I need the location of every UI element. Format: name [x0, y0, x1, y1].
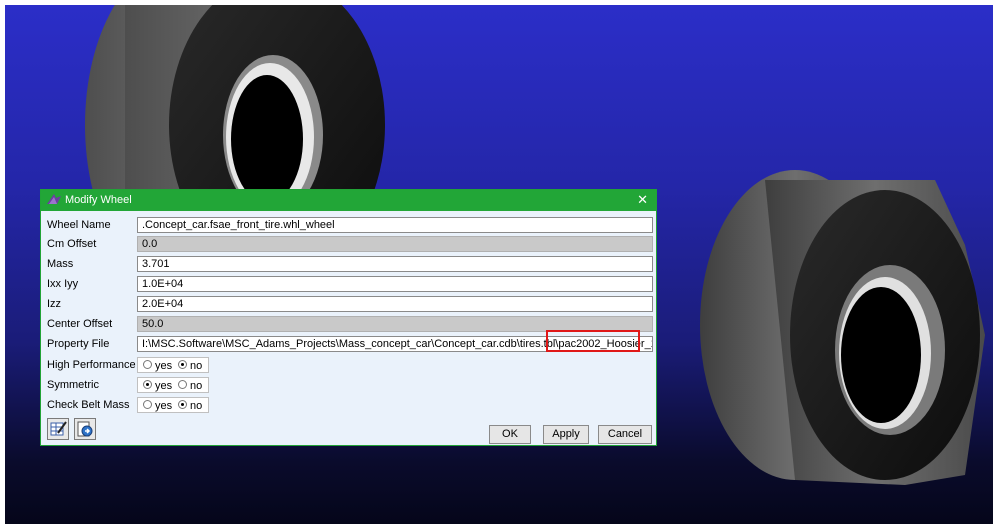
- dialog-title: Modify Wheel: [65, 194, 132, 206]
- check-belt-mass-yes-radio[interactable]: [143, 400, 152, 409]
- ixx-iyy-row: Ixx Iyy 1.0E+04: [41, 275, 656, 294]
- ixx-iyy-label: Ixx Iyy: [47, 278, 79, 290]
- symmetric-no-label: no: [190, 380, 203, 392]
- check-belt-mass-label: Check Belt Mass: [47, 399, 130, 411]
- property-file-highlight-box: [546, 330, 640, 352]
- mass-row: Mass 3.701: [41, 255, 656, 274]
- symmetric-label: Symmetric: [47, 379, 99, 391]
- dialog-titlebar[interactable]: Modify Wheel ✕: [41, 190, 656, 211]
- edit-table-icon: [50, 421, 67, 436]
- edit-table-button[interactable]: [47, 418, 69, 440]
- high-performance-no-radio[interactable]: [178, 360, 187, 369]
- high-performance-no-label: no: [190, 360, 203, 372]
- right-tire: [700, 170, 985, 485]
- modify-wheel-dialog: Modify Wheel ✕ Wheel Name .Concept_car.f…: [40, 189, 657, 446]
- izz-row: Izz 2.0E+04: [41, 295, 656, 314]
- close-icon[interactable]: ✕: [637, 192, 648, 208]
- ixx-iyy-field[interactable]: 1.0E+04: [137, 276, 653, 292]
- high-performance-radio-group: yes no: [137, 357, 209, 373]
- high-performance-row: High Performance yes no: [41, 356, 656, 375]
- symmetric-radio-group: yes no: [137, 377, 209, 393]
- cm-offset-label: Cm Offset: [47, 238, 97, 250]
- wheel-name-label: Wheel Name: [47, 219, 111, 231]
- ok-button[interactable]: OK: [489, 425, 531, 444]
- mass-label: Mass: [47, 258, 74, 270]
- symmetric-no-radio[interactable]: [178, 380, 187, 389]
- izz-field[interactable]: 2.0E+04: [137, 296, 653, 312]
- check-belt-mass-no-label: no: [190, 400, 203, 412]
- center-offset-label: Center Offset: [47, 318, 113, 330]
- check-belt-mass-yes-label: yes: [155, 400, 173, 412]
- symmetric-yes-radio[interactable]: [143, 380, 152, 389]
- property-file-label: Property File: [47, 338, 110, 350]
- high-performance-label: High Performance: [47, 359, 136, 371]
- apply-button[interactable]: Apply: [543, 425, 589, 444]
- adams-app-icon: [47, 194, 61, 204]
- mass-field[interactable]: 3.701: [137, 256, 653, 272]
- function-builder-icon: [77, 421, 93, 437]
- check-belt-mass-radio-group: yes no: [137, 397, 209, 413]
- high-performance-yes-label: yes: [155, 360, 173, 372]
- izz-label: Izz: [47, 298, 62, 310]
- high-performance-yes-radio[interactable]: [143, 360, 152, 369]
- symmetric-row: Symmetric yes no: [41, 376, 656, 395]
- function-builder-button[interactable]: [74, 418, 96, 440]
- cm-offset-field: 0.0: [137, 236, 653, 252]
- check-belt-mass-row: Check Belt Mass yes no: [41, 396, 656, 415]
- cm-offset-row: Cm Offset 0.0: [41, 235, 656, 254]
- cancel-button[interactable]: Cancel: [598, 425, 652, 444]
- wheel-name-row: Wheel Name .Concept_car.fsae_front_tire.…: [41, 216, 656, 235]
- wheel-name-field[interactable]: .Concept_car.fsae_front_tire.whl_wheel: [137, 217, 653, 233]
- check-belt-mass-no-radio[interactable]: [178, 400, 187, 409]
- symmetric-yes-label: yes: [155, 380, 173, 392]
